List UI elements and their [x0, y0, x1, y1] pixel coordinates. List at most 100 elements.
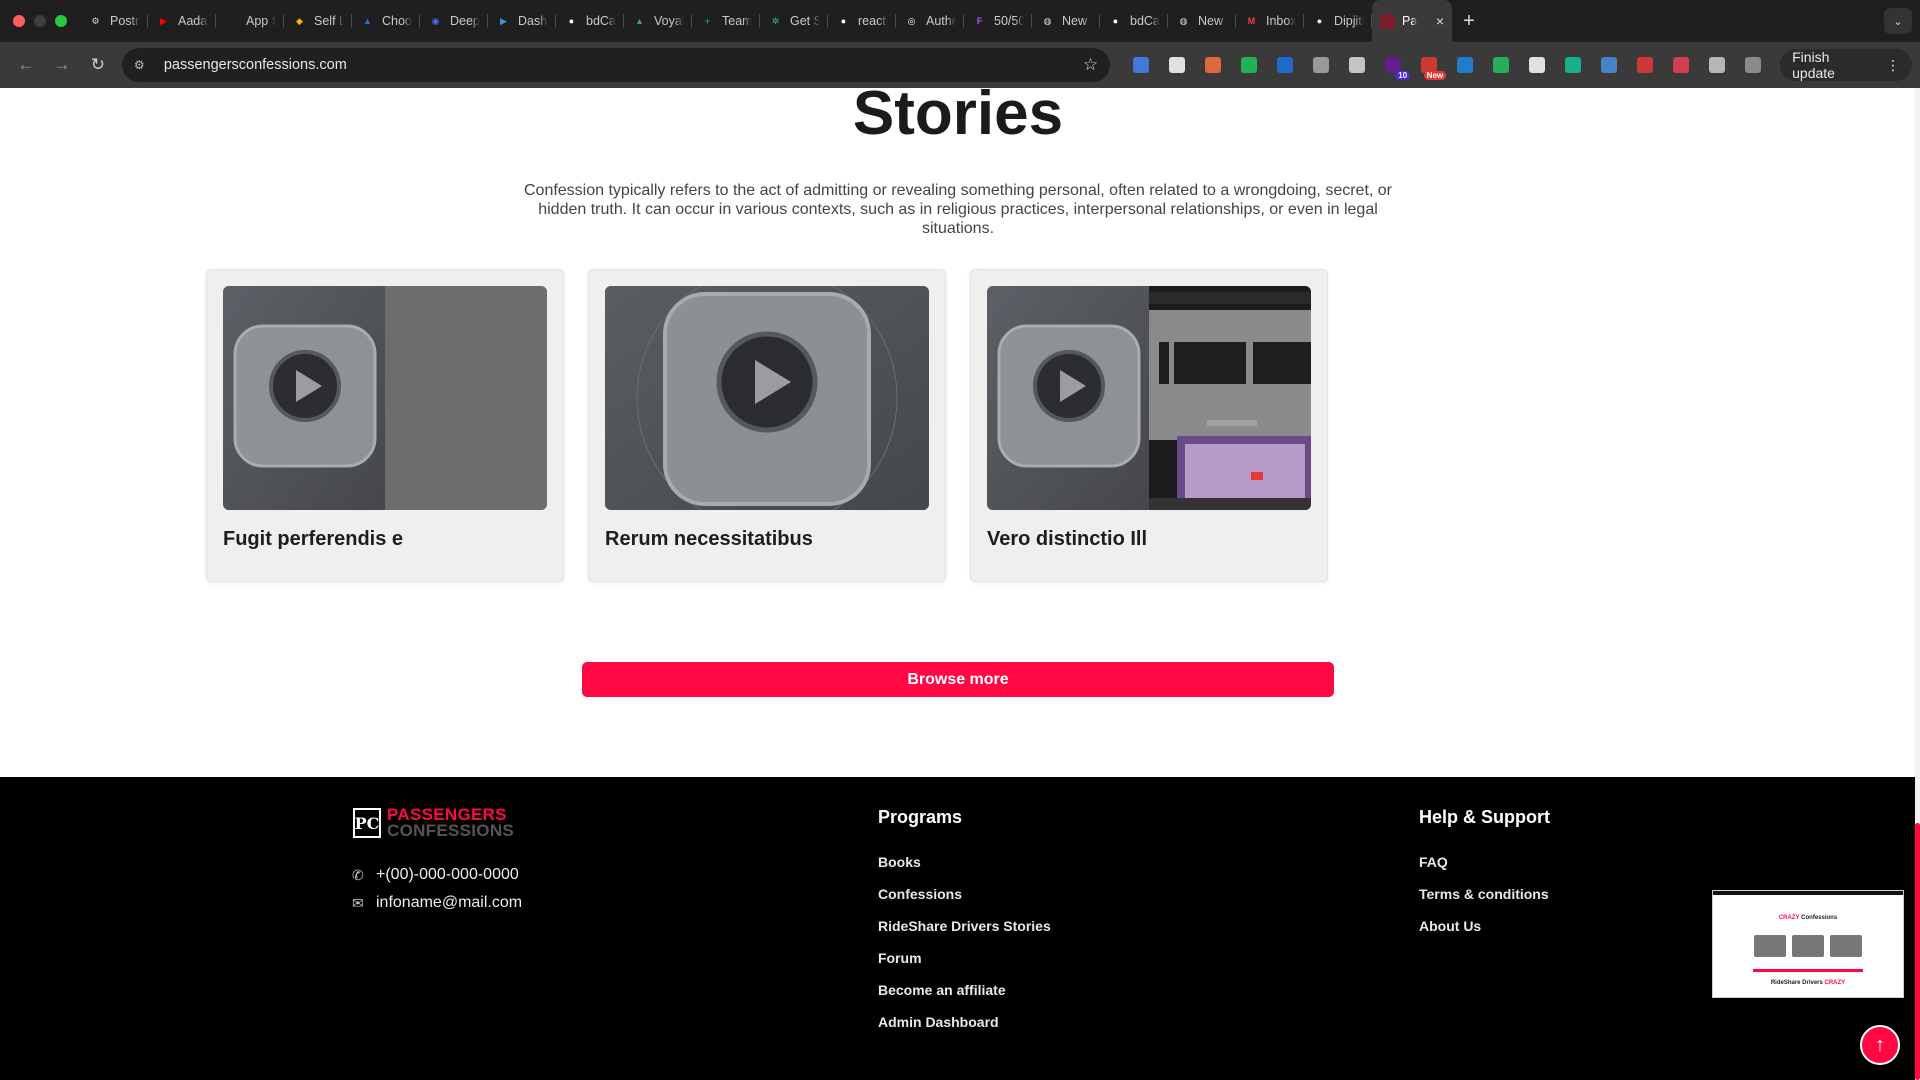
new-tab-button[interactable]: +: [1452, 10, 1486, 33]
ext-fx-icon[interactable]: [1344, 52, 1370, 78]
tab-search-button[interactable]: ⌄: [1884, 8, 1912, 34]
bookmark-star-icon[interactable]: ☆: [1083, 55, 1098, 75]
browser-tab[interactable]: ● bdCall: [1100, 0, 1168, 42]
footer-link-about[interactable]: About Us: [1419, 918, 1481, 934]
ext-pen-icon[interactable]: [1200, 52, 1226, 78]
footer-link-confessions[interactable]: Confessions: [878, 886, 962, 902]
finish-update-button[interactable]: Finish update ⋮: [1780, 49, 1912, 81]
footer-link-faq[interactable]: FAQ: [1419, 854, 1448, 870]
browser-tab[interactable]: ● react-r: [828, 0, 896, 42]
tab-strip: ⚙ Postma ▶ Aadat App St ◆ Self Le ▲ Chooz ◉ DeepS ▶…: [80, 0, 1884, 42]
screen-preview-thumbnail[interactable]: CRAZY Confessions RideShare Drivers CRAZ…: [1712, 890, 1904, 998]
ext-pocket-icon[interactable]: [1668, 52, 1694, 78]
tab-label: 50/50: [994, 14, 1024, 28]
browse-more-button[interactable]: Browse more: [582, 662, 1334, 697]
story-thumbnail[interactable]: [605, 286, 929, 510]
browser-tab[interactable]: ▶ Dashb: [488, 0, 556, 42]
story-card[interactable]: Vero distinctio Ill: [970, 269, 1328, 582]
footer-phone[interactable]: ✆ +(00)-000-000-0000: [352, 866, 519, 884]
close-window-button[interactable]: [13, 15, 25, 27]
tab-favicon-icon: [224, 14, 239, 29]
ext-screens-icon[interactable]: [1452, 52, 1478, 78]
footer-link-admin-dashboard[interactable]: Admin Dashboard: [878, 1014, 999, 1030]
browser-tab[interactable]: App St: [216, 0, 284, 42]
section-heading: Stories: [852, 88, 1064, 148]
close-tab-icon[interactable]: ×: [1436, 13, 1444, 29]
browser-tab[interactable]: ▲ Chooz: [352, 0, 420, 42]
tab-favicon-icon: ●: [1112, 16, 1119, 26]
tab-label: DeepS: [450, 14, 480, 28]
ext-profile-icon[interactable]: [1740, 52, 1766, 78]
preview-title: CRAZY Confessions: [1713, 915, 1903, 921]
email-address: infoname@mail.com: [376, 894, 523, 911]
ext-new-icon[interactable]: New: [1416, 52, 1447, 80]
footer-link-forum[interactable]: Forum: [878, 950, 922, 966]
forward-button[interactable]: →: [44, 49, 80, 81]
footer-link-terms[interactable]: Terms & conditions: [1419, 886, 1549, 902]
browser-tab[interactable]: ▶ Aadat: [148, 0, 216, 42]
story-cards: Fugit perferendis e Rerum necessitatibus…: [206, 269, 1328, 582]
browser-tab[interactable]: M Inbox (: [1236, 0, 1304, 42]
extension-badge: New: [1423, 71, 1447, 80]
ext-grammarly-icon[interactable]: [1560, 52, 1586, 78]
browser-tab[interactable]: F 50/50: [964, 0, 1032, 42]
scrollbar-thumb[interactable]: [1915, 823, 1920, 1080]
footer-link-books[interactable]: Books: [878, 854, 921, 870]
site-logo[interactable]: PC PASSENGERS CONFESSIONS: [353, 806, 514, 839]
ext-black-icon[interactable]: [1524, 52, 1550, 78]
ext-puzzle-icon[interactable]: [1704, 52, 1730, 78]
scroll-to-top-button[interactable]: ↑: [1860, 1025, 1900, 1065]
browser-tab[interactable]: ● Dipjitb: [1304, 0, 1372, 42]
footer-link-affiliate[interactable]: Become an affiliate: [878, 982, 1006, 998]
browser-tab[interactable]: ● bdCall: [556, 0, 624, 42]
ext-leaf-icon[interactable]: [1236, 52, 1262, 78]
tab-favicon-icon: ⚙: [91, 15, 100, 26]
address-bar[interactable]: ⚙ passengersconfessions.com ☆: [121, 48, 1111, 82]
mail-icon: ✉: [352, 894, 364, 911]
browser-tab[interactable]: ◆ Self Le: [284, 0, 352, 42]
story-thumbnail[interactable]: [223, 286, 547, 510]
footer-email[interactable]: ✉ infoname@mail.com: [352, 894, 522, 912]
tab-favicon-icon: ◉: [431, 15, 440, 26]
logo-mark: PC: [353, 808, 381, 838]
back-button[interactable]: ←: [8, 49, 44, 81]
browser-tab[interactable]: ⚙ Postma: [80, 0, 148, 42]
reload-button[interactable]: ↻: [80, 49, 116, 81]
story-title[interactable]: Vero distinctio Ill: [987, 528, 1311, 551]
ext-red-icon[interactable]: [1632, 52, 1658, 78]
url-text[interactable]: passengersconfessions.com: [164, 57, 1083, 73]
ext-compass-icon[interactable]: [1308, 52, 1334, 78]
browser-tab[interactable]: ✲ Get St: [760, 0, 828, 42]
preview-title-accent: CRAZY: [1778, 915, 1800, 921]
ext-trans-icon[interactable]: [1272, 52, 1298, 78]
help-support-heading: Help & Support: [1419, 807, 1550, 827]
browser-tab-active[interactable]: Pa ×: [1372, 0, 1452, 42]
browser-tab[interactable]: ◍ New Ta: [1168, 0, 1236, 42]
story-thumbnail[interactable]: [987, 286, 1311, 510]
zoom-window-button[interactable]: [55, 15, 67, 27]
browser-tab[interactable]: ◍ New Ta: [1032, 0, 1100, 42]
browser-tab[interactable]: ◎ Auther: [896, 0, 964, 42]
ext-face-icon[interactable]: [1164, 52, 1190, 78]
browser-tab[interactable]: ▲ Voyab: [624, 0, 692, 42]
ext-fb-icon[interactable]: [1596, 52, 1622, 78]
browser-tab[interactable]: ◉ DeepS: [420, 0, 488, 42]
tab-label: App St: [246, 14, 276, 28]
phone-icon: ✆: [352, 866, 364, 883]
page-scrollbar[interactable]: [1915, 88, 1920, 1080]
ext-blue-icon[interactable]: [1128, 52, 1154, 78]
story-card[interactable]: Rerum necessitatibus: [588, 269, 946, 582]
page-content: Stories Confession typically refers to t…: [0, 88, 1920, 1080]
story-card[interactable]: Fugit perferendis e: [206, 269, 564, 582]
tab-favicon-icon: ◎: [907, 15, 916, 26]
story-title[interactable]: Fugit perferendis e: [223, 528, 547, 551]
ext-ring-icon[interactable]: [1488, 52, 1514, 78]
footer-link-rideshare-stories[interactable]: RideShare Drivers Stories: [878, 918, 1051, 934]
tab-label: New Ta: [1062, 14, 1092, 28]
site-settings-icon[interactable]: ⚙: [134, 58, 152, 72]
tab-favicon-icon: ●: [568, 16, 575, 26]
story-title[interactable]: Rerum necessitatibus: [605, 528, 929, 551]
browser-tab[interactable]: + Team T: [692, 0, 760, 42]
minimize-window-button[interactable]: [34, 15, 46, 27]
ext-10-icon[interactable]: 10: [1380, 52, 1411, 80]
